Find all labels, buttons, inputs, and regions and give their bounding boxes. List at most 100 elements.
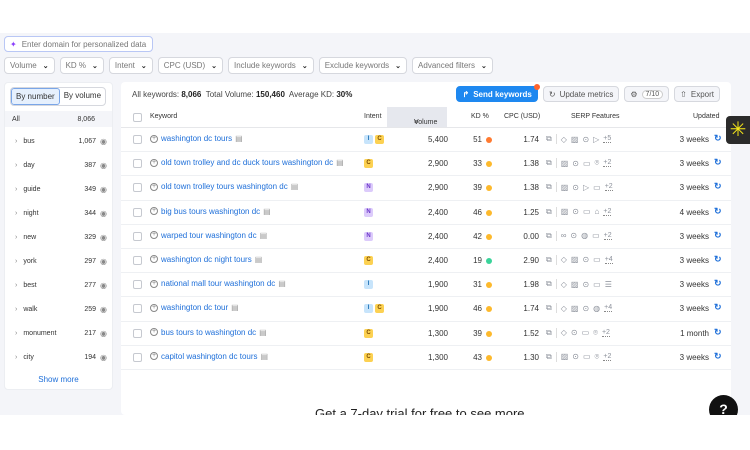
more-features-link[interactable]: +2 bbox=[601, 329, 610, 337]
more-features-link[interactable]: +4 bbox=[604, 304, 613, 313]
row-checkbox[interactable] bbox=[133, 280, 142, 290]
serp-snapshot-icon[interactable]: ▤ bbox=[259, 328, 267, 337]
by-volume-tab[interactable]: By volume bbox=[60, 88, 105, 105]
add-circle-icon[interactable]: + bbox=[150, 231, 158, 240]
row-checkbox[interactable] bbox=[133, 255, 142, 265]
eye-icon[interactable]: ◉ bbox=[100, 233, 107, 242]
by-number-tab[interactable]: By number bbox=[11, 88, 60, 105]
serp-snapshot-icon[interactable]: ▤ bbox=[336, 158, 344, 167]
serp-view-icon[interactable]: ⧉ bbox=[546, 352, 552, 362]
keyword-link[interactable]: bus tours to washington dc bbox=[161, 328, 256, 337]
help-button[interactable]: ? bbox=[709, 395, 738, 415]
more-features-link[interactable]: +2 bbox=[603, 353, 612, 361]
refresh-icon[interactable]: ↻ bbox=[714, 230, 722, 241]
keyword-link[interactable]: warped tour washington dc bbox=[161, 231, 257, 240]
keyword-link[interactable]: national mall tour washington dc bbox=[161, 279, 275, 288]
serp-view-icon[interactable]: ⧉ bbox=[546, 231, 552, 241]
filter-dropdown[interactable]: CPC (USD) ⌄ bbox=[157, 57, 223, 74]
refresh-icon[interactable]: ↻ bbox=[714, 254, 722, 265]
serp-view-icon[interactable]: ⧉ bbox=[546, 134, 552, 144]
send-keywords-button[interactable]: ↱ Send keywords bbox=[456, 84, 540, 102]
more-features-link[interactable]: +5 bbox=[603, 135, 612, 143]
update-metrics-button[interactable]: ↻ Update metrics bbox=[542, 86, 620, 102]
refresh-icon[interactable]: ↻ bbox=[714, 157, 722, 168]
row-checkbox[interactable] bbox=[133, 183, 142, 193]
keyword-link[interactable]: washington dc tours bbox=[161, 134, 232, 143]
sparkle-widget-icon[interactable]: ✳ bbox=[726, 116, 750, 144]
col-intent[interactable]: Intent bbox=[364, 113, 382, 120]
row-checkbox[interactable] bbox=[133, 159, 142, 169]
refresh-icon[interactable]: ↻ bbox=[714, 206, 722, 217]
serp-snapshot-icon[interactable]: ▤ bbox=[235, 134, 243, 143]
row-checkbox[interactable] bbox=[133, 231, 142, 241]
serp-view-icon[interactable]: ⧉ bbox=[546, 279, 552, 289]
keyword-link[interactable]: washington dc tour bbox=[161, 303, 228, 312]
serp-snapshot-icon[interactable]: ▤ bbox=[263, 207, 271, 216]
group-all[interactable]: All 8,066 bbox=[5, 111, 112, 127]
show-more-link[interactable]: Show more bbox=[5, 375, 112, 384]
eye-icon[interactable]: ◉ bbox=[100, 161, 107, 170]
more-features-link[interactable]: +4 bbox=[604, 256, 613, 264]
col-cpc[interactable]: CPC (USD) bbox=[504, 113, 540, 120]
group-item[interactable]: › monument 217 ◉ bbox=[5, 322, 112, 346]
col-kd[interactable]: KD % bbox=[471, 113, 489, 120]
select-all-checkbox[interactable] bbox=[133, 113, 142, 122]
add-circle-icon[interactable]: + bbox=[150, 134, 158, 143]
domain-input[interactable]: ✦ Enter domain for personalized data bbox=[4, 36, 153, 52]
add-circle-icon[interactable]: + bbox=[150, 207, 158, 216]
row-checkbox[interactable] bbox=[133, 207, 142, 217]
eye-icon[interactable]: ◉ bbox=[100, 209, 107, 218]
serp-snapshot-icon[interactable]: ▤ bbox=[261, 352, 269, 361]
export-button[interactable]: ⇧ Export bbox=[674, 86, 720, 102]
group-item[interactable]: › new 329 ◉ bbox=[5, 225, 112, 249]
group-item[interactable]: › york 297 ◉ bbox=[5, 249, 112, 273]
serp-snapshot-icon[interactable]: ▤ bbox=[260, 231, 268, 240]
serp-view-icon[interactable]: ⧉ bbox=[546, 328, 552, 338]
keyword-link[interactable]: capitol washington dc tours bbox=[161, 352, 258, 361]
serp-snapshot-icon[interactable]: ▤ bbox=[278, 279, 286, 288]
keyword-link[interactable]: big bus tours washington dc bbox=[161, 207, 260, 216]
eye-icon[interactable]: ◉ bbox=[100, 185, 107, 194]
add-circle-icon[interactable]: + bbox=[150, 158, 158, 167]
serp-view-icon[interactable]: ⧉ bbox=[546, 303, 552, 313]
col-updated[interactable]: Updated bbox=[693, 113, 719, 120]
refresh-icon[interactable]: ↻ bbox=[714, 327, 722, 338]
add-circle-icon[interactable]: + bbox=[150, 303, 158, 312]
refresh-icon[interactable]: ↻ bbox=[714, 351, 722, 362]
filter-dropdown[interactable]: KD % ⌄ bbox=[59, 57, 104, 74]
refresh-icon[interactable]: ↻ bbox=[714, 278, 722, 289]
eye-icon[interactable]: ◉ bbox=[100, 329, 107, 338]
filter-dropdown[interactable]: Volume ⌄ bbox=[4, 57, 55, 74]
serp-snapshot-icon[interactable]: ▤ bbox=[255, 255, 263, 264]
add-circle-icon[interactable]: + bbox=[150, 279, 158, 288]
group-item[interactable]: › best 277 ◉ bbox=[5, 274, 112, 298]
group-item[interactable]: › bus 1,067 ◉ bbox=[5, 129, 112, 153]
row-checkbox[interactable] bbox=[133, 328, 142, 338]
add-circle-icon[interactable]: + bbox=[150, 352, 158, 361]
row-checkbox[interactable] bbox=[133, 304, 142, 314]
filter-dropdown[interactable]: Include keywords ⌄ bbox=[228, 57, 314, 74]
add-circle-icon[interactable]: + bbox=[150, 182, 158, 191]
keyword-link[interactable]: old town trolley tours washington dc bbox=[161, 182, 288, 191]
more-features-link[interactable]: +2 bbox=[603, 208, 612, 216]
refresh-icon[interactable]: ↻ bbox=[714, 133, 722, 144]
group-item[interactable]: › night 344 ◉ bbox=[5, 201, 112, 225]
add-circle-icon[interactable]: + bbox=[150, 255, 158, 264]
eye-icon[interactable]: ◉ bbox=[100, 305, 107, 314]
row-checkbox[interactable] bbox=[133, 135, 142, 144]
more-features-link[interactable]: +2 bbox=[603, 232, 612, 240]
keyword-link[interactable]: old town trolley and dc duck tours washi… bbox=[161, 158, 333, 167]
filter-dropdown[interactable]: Advanced filters ⌄ bbox=[412, 57, 493, 74]
refresh-icon[interactable]: ↻ bbox=[714, 181, 722, 192]
filter-dropdown[interactable]: Exclude keywords ⌄ bbox=[318, 57, 408, 74]
group-item[interactable]: › guide 349 ◉ bbox=[5, 177, 112, 201]
eye-icon[interactable]: ◉ bbox=[100, 257, 107, 266]
eye-icon[interactable]: ◉ bbox=[100, 281, 107, 290]
serp-snapshot-icon[interactable]: ▤ bbox=[291, 182, 299, 191]
serp-view-icon[interactable]: ⧉ bbox=[546, 182, 552, 192]
eye-icon[interactable]: ◉ bbox=[100, 137, 107, 146]
serp-view-icon[interactable]: ⧉ bbox=[546, 255, 552, 265]
filter-dropdown[interactable]: Intent ⌄ bbox=[108, 57, 153, 74]
serp-snapshot-icon[interactable]: ▤ bbox=[231, 303, 239, 312]
more-features-link[interactable]: +2 bbox=[604, 183, 613, 192]
